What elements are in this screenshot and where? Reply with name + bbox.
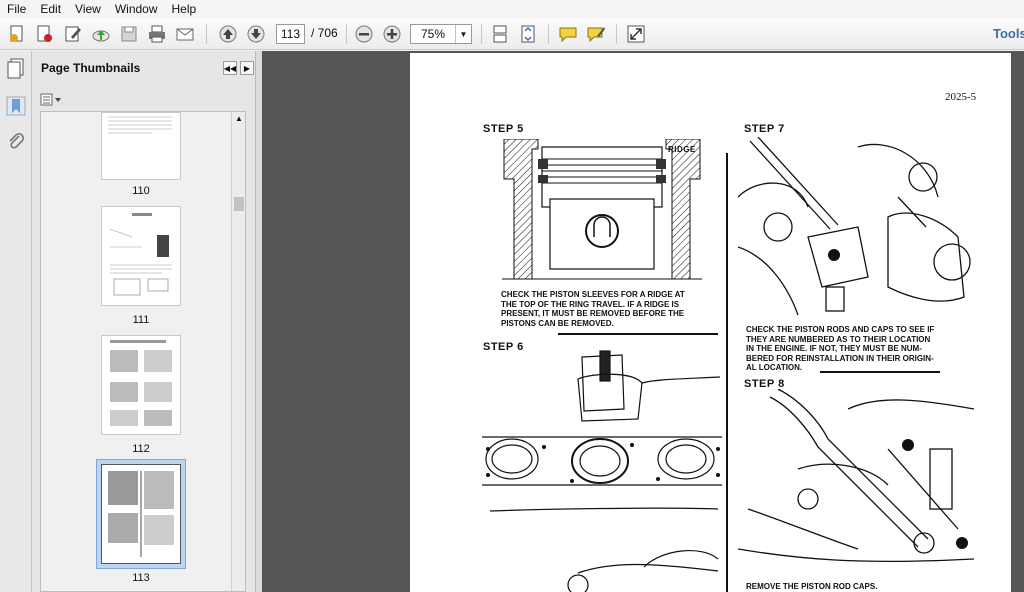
thumbnail-list[interactable]: 110 111 112 113 ▲ (40, 111, 246, 592)
caption-line: CHECK THE PISTON RODS AND CAPS TO SEE IF (746, 325, 935, 334)
caption-line: CHECK THE PISTON SLEEVES FOR A RIDGE AT (501, 290, 685, 299)
toolbar-separator (616, 24, 617, 44)
navigation-pane-strip (0, 51, 32, 592)
page-number-input[interactable]: 113 (276, 24, 305, 44)
section-rule (558, 333, 718, 335)
expand-panel-icon[interactable]: ▶ (240, 61, 254, 75)
step-6-illustration (482, 350, 722, 592)
page-total: / 706 (311, 26, 338, 40)
step-8-caption: REMOVE THE PISTON ROD CAPS. (746, 582, 956, 592)
tools-link[interactable]: Tools (993, 26, 1024, 41)
scrollbar-thumb[interactable] (234, 197, 244, 211)
caption-line: PRESENT, IT MUST BE REMOVED BEFORE THE (501, 309, 685, 318)
caption-line: THEY ARE NUMBERED AS TO THEIR LOCATION (746, 334, 931, 344)
thumbnail-label: 111 (132, 314, 150, 326)
step-5-caption: CHECK THE PISTON SLEEVES FOR A RIDGE AT … (501, 290, 711, 328)
caption-line: REMOVE THE PISTON ROD CAPS. (746, 582, 878, 591)
thumbnail-label: 110 (132, 185, 150, 197)
section-rule (820, 371, 940, 373)
thumbnail-page-110[interactable] (101, 112, 181, 180)
fit-page-icon[interactable] (517, 23, 539, 45)
previous-page-icon[interactable] (217, 23, 239, 45)
menu-bar: File Edit View Window Help (0, 0, 1024, 18)
thumbnails-panel: Page Thumbnails ◀◀ ▶ 110 111 112 113 ▲ (32, 51, 256, 592)
collapse-panel-icon[interactable]: ◀◀ (223, 61, 237, 75)
page-thumbnails-icon[interactable] (5, 57, 27, 79)
edit-document-icon[interactable] (62, 23, 84, 45)
caption-line: IN THE ENGINE. IF NOT, THEY MUST BE NUM- (746, 344, 922, 353)
highlight-text-icon[interactable] (585, 23, 607, 45)
toolbar-separator (548, 24, 549, 44)
ridge-callout: RIDGE (668, 145, 696, 154)
panel-title: Page Thumbnails (41, 61, 141, 75)
bookmarks-icon[interactable] (5, 95, 27, 117)
toolbar-separator (346, 24, 347, 44)
comment-icon[interactable] (557, 23, 579, 45)
caption-line: THE TOP OF THE RING TRAVEL. IF A RIDGE I… (501, 299, 680, 309)
menu-file[interactable]: File (0, 0, 33, 18)
toolbar-separator (481, 24, 482, 44)
attachments-icon[interactable] (5, 131, 27, 153)
thumbnail-scrollbar[interactable]: ▲ (231, 112, 245, 591)
toolbar-separator (206, 24, 207, 44)
step-7-title: STEP 7 (744, 123, 785, 135)
caption-line: PISTONS CAN BE REMOVED. (501, 318, 614, 328)
thumbnail-page-113[interactable] (101, 464, 181, 564)
column-divider (726, 153, 728, 592)
zoom-out-icon[interactable] (353, 23, 375, 45)
fullscreen-icon[interactable] (625, 23, 647, 45)
next-page-icon[interactable] (245, 23, 267, 45)
thumbnail-options-icon[interactable] (40, 93, 62, 107)
thumbnail-label: 113 (132, 572, 150, 584)
thumbnail-page-111[interactable] (101, 206, 181, 306)
save-icon[interactable] (118, 23, 140, 45)
upload-cloud-icon[interactable] (90, 23, 112, 45)
print-icon[interactable] (146, 23, 168, 45)
step-8-illustration (738, 389, 974, 563)
email-icon[interactable] (174, 23, 196, 45)
document-view[interactable]: 2025-5 STEP 5 RIDGE CHECK THE PISTON SLE… (262, 51, 1024, 592)
document-page: 2025-5 STEP 5 RIDGE CHECK THE PISTON SLE… (410, 53, 1011, 592)
thumbnail-label: 112 (132, 443, 150, 455)
menu-edit[interactable]: Edit (33, 0, 68, 18)
menu-help[interactable]: Help (165, 0, 204, 18)
scroll-up-icon[interactable]: ▲ (232, 112, 245, 126)
menu-view[interactable]: View (68, 0, 108, 18)
toolbar: 113 / 706 75% ▼ Tools (0, 18, 1024, 50)
menu-window[interactable]: Window (108, 0, 165, 18)
combine-files-icon[interactable] (34, 23, 56, 45)
step-5-title: STEP 5 (483, 123, 524, 135)
chevron-down-icon[interactable]: ▼ (455, 25, 471, 43)
thumbnail-page-112[interactable] (101, 335, 181, 435)
step-5-illustration (502, 139, 702, 280)
zoom-value: 75% (421, 27, 446, 41)
step-7-caption: CHECK THE PISTON RODS AND CAPS TO SEE IF… (746, 325, 956, 373)
zoom-select[interactable]: 75% ▼ (410, 24, 472, 44)
step-7-illustration (738, 137, 971, 316)
caption-line: BERED FOR REINSTALLATION IN THEIR ORIGIN… (746, 353, 934, 363)
scrolling-mode-icon[interactable] (489, 23, 511, 45)
zoom-in-icon[interactable] (381, 23, 403, 45)
page-number: 2025-5 (945, 91, 977, 103)
create-pdf-icon[interactable] (6, 23, 28, 45)
